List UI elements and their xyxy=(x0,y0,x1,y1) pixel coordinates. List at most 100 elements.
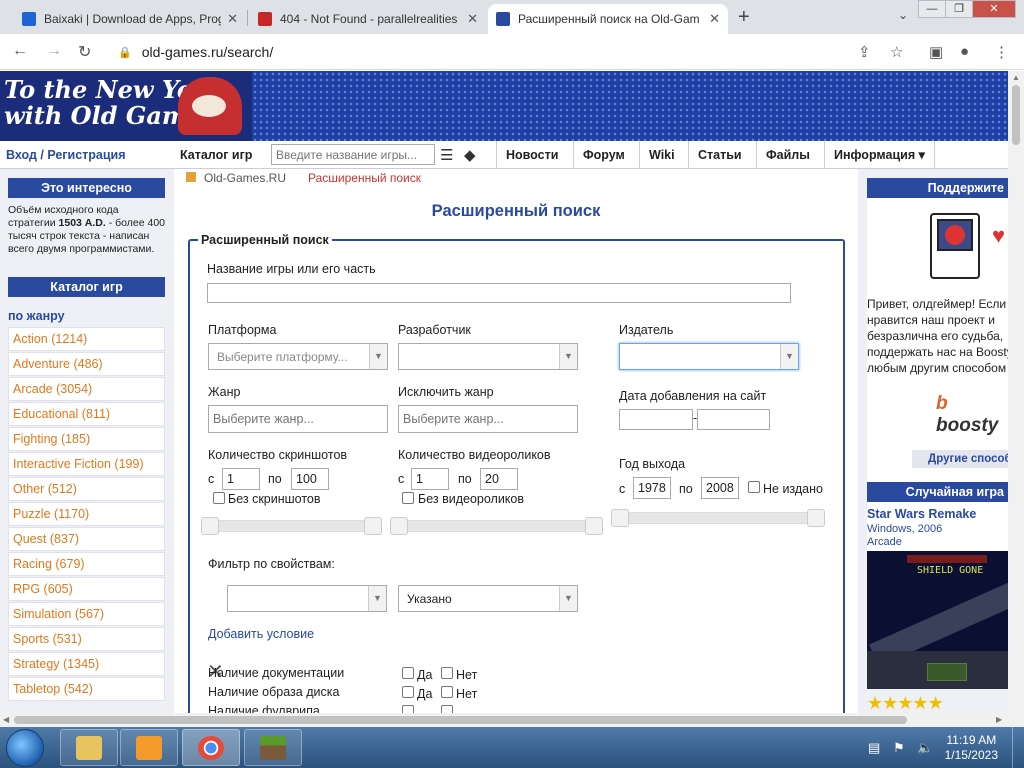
screenshots-to-input[interactable] xyxy=(291,468,329,490)
date-added-from[interactable] xyxy=(619,409,693,430)
taskbar-explorer[interactable] xyxy=(60,729,118,766)
exclude-genre-input[interactable] xyxy=(398,405,578,433)
tags-icon[interactable]: ◆ xyxy=(464,146,476,164)
disk-image-yes-checkbox[interactable] xyxy=(402,686,414,698)
slider-handle-max[interactable] xyxy=(585,517,603,535)
bookmark-star-icon[interactable]: ☆ xyxy=(890,43,903,61)
slider-handle-max[interactable] xyxy=(807,509,825,527)
new-year-banner-art[interactable]: To the New Year with Old Games! xyxy=(0,71,252,141)
nav-articles[interactable]: Статьи xyxy=(688,141,751,169)
genre-link[interactable]: Action (1214) xyxy=(8,327,165,351)
taskbar-media-player[interactable] xyxy=(120,729,178,766)
close-tab-icon[interactable]: ✕ xyxy=(709,11,720,27)
year-from-input[interactable] xyxy=(633,477,671,499)
documentation-yes-checkbox[interactable] xyxy=(402,667,414,679)
filter-list-icon[interactable]: ☰ xyxy=(440,146,453,164)
close-tab-icon[interactable]: ✕ xyxy=(227,11,238,27)
taskbar-minecraft[interactable] xyxy=(244,729,302,766)
developer-select[interactable]: ▼ xyxy=(398,343,578,370)
reload-icon[interactable]: ↻ xyxy=(78,42,91,62)
property-value-select[interactable]: Указано ▼ xyxy=(398,585,578,612)
volume-icon[interactable]: 🔈 xyxy=(917,740,933,756)
action-center-icon[interactable]: ⚑ xyxy=(893,740,905,756)
tab-baixaki[interactable]: Baixaki | Download de Apps, Prog ✕ xyxy=(14,4,246,34)
close-tab-icon[interactable]: ✕ xyxy=(467,11,478,27)
nav-news[interactable]: Новости xyxy=(496,141,567,169)
genre-link[interactable]: Strategy (1345) xyxy=(8,652,165,676)
documentation-no-checkbox[interactable] xyxy=(441,667,453,679)
browser-menu-icon[interactable]: ⋮ xyxy=(994,43,1009,61)
close-window-button[interactable]: ✕ xyxy=(972,0,1016,18)
videos-from-input[interactable] xyxy=(411,468,449,490)
random-game-screenshot[interactable]: SHIELD GONE xyxy=(867,551,1008,689)
genre-input[interactable] xyxy=(208,405,388,433)
side-panel-icon[interactable]: ▣ xyxy=(929,43,943,61)
scroll-left-icon[interactable]: ◀ xyxy=(3,715,9,724)
platform-select[interactable]: Выберите платформу... ▼ xyxy=(208,343,388,370)
random-game-link[interactable]: Star Wars Remake xyxy=(867,507,976,521)
publisher-select[interactable]: ▼ xyxy=(619,343,799,370)
genre-link[interactable]: Fighting (185) xyxy=(8,427,165,451)
slider-handle-max[interactable] xyxy=(364,517,382,535)
slider-handle-min[interactable] xyxy=(201,517,219,535)
property-select[interactable]: ▼ xyxy=(227,585,387,612)
genre-link[interactable]: Interactive Fiction (199) xyxy=(8,452,165,476)
slider-handle-min[interactable] xyxy=(611,509,629,527)
not-released-checkbox[interactable] xyxy=(748,481,760,493)
horizontal-scroll-thumb[interactable] xyxy=(14,716,907,724)
genre-link[interactable]: Arcade (3054) xyxy=(8,377,165,401)
add-condition-link[interactable]: Добавить условие xyxy=(208,627,314,641)
genre-link[interactable]: Sports (531) xyxy=(8,627,165,651)
boosty-logo[interactable]: b boosty xyxy=(936,393,1008,437)
third-property-yes-checkbox[interactable] xyxy=(402,705,414,713)
other-ways-button[interactable]: Другие способы xyxy=(912,450,1008,468)
screenshots-from-input[interactable] xyxy=(222,468,260,490)
tab-404[interactable]: 404 - Not Found - parallelrealities ✕ xyxy=(250,4,486,34)
genre-link[interactable]: Puzzle (1170) xyxy=(8,502,165,526)
forward-arrow-icon[interactable]: → xyxy=(46,42,62,60)
back-arrow-icon[interactable]: ← xyxy=(12,42,28,60)
screenshots-slider[interactable] xyxy=(204,520,382,532)
taskbar-chrome[interactable] xyxy=(182,729,240,766)
login-register-link[interactable]: Вход / Регистрация xyxy=(6,148,126,162)
tab-old-games-search[interactable]: Расширенный поиск на Old-Gam ✕ xyxy=(488,4,728,34)
tab-search-chevron-icon[interactable]: ⌄ xyxy=(898,8,908,22)
system-clock[interactable]: 11:19 AM 1/15/2023 xyxy=(945,733,998,763)
nav-files[interactable]: Файлы xyxy=(756,141,819,169)
date-added-to[interactable] xyxy=(697,409,770,430)
genre-link[interactable]: Quest (837) xyxy=(8,527,165,551)
third-property-no-checkbox[interactable] xyxy=(441,705,453,713)
vertical-scrollbar[interactable]: ▲ xyxy=(1008,71,1024,713)
no-videos-checkbox[interactable] xyxy=(402,492,414,504)
by-genre-link[interactable]: по жанру xyxy=(8,309,65,323)
nav-information[interactable]: Информация ▾ xyxy=(824,141,935,169)
new-tab-button[interactable]: + xyxy=(738,6,750,29)
genre-link[interactable]: Adventure (486) xyxy=(8,352,165,376)
disk-image-no-checkbox[interactable] xyxy=(441,686,453,698)
nav-forum[interactable]: Форум xyxy=(573,141,634,169)
breadcrumb-home[interactable]: Old-Games.RU xyxy=(204,171,286,185)
scroll-right-icon[interactable]: ▶ xyxy=(996,715,1002,724)
year-slider[interactable] xyxy=(615,512,823,524)
genre-link[interactable]: Racing (679) xyxy=(8,552,165,576)
start-button[interactable] xyxy=(6,729,44,767)
videos-slider[interactable] xyxy=(394,520,602,532)
vertical-scroll-thumb[interactable] xyxy=(1012,85,1020,145)
genre-link[interactable]: Other (512) xyxy=(8,477,165,501)
genre-link[interactable]: Educational (811) xyxy=(8,402,165,426)
horizontal-scrollbar[interactable]: ◀ ▶ xyxy=(0,713,1024,727)
genre-link[interactable]: Simulation (567) xyxy=(8,602,165,626)
address-bar[interactable]: 🔒 old-games.ru/search/ xyxy=(110,39,910,65)
share-icon[interactable]: ⇪ xyxy=(858,43,871,61)
game-search-input[interactable] xyxy=(271,144,435,165)
profile-avatar-icon[interactable]: ● xyxy=(960,43,969,60)
show-desktop-button[interactable] xyxy=(1012,727,1024,768)
random-game-genre[interactable]: Arcade xyxy=(867,536,902,548)
genre-link[interactable]: RPG (605) xyxy=(8,577,165,601)
maximize-button[interactable]: ❐ xyxy=(945,0,973,18)
year-to-input[interactable] xyxy=(701,477,739,499)
slider-handle-min[interactable] xyxy=(390,517,408,535)
nav-wiki[interactable]: Wiki xyxy=(639,141,684,169)
genre-link[interactable]: Tabletop (542) xyxy=(8,677,165,701)
videos-to-input[interactable] xyxy=(480,468,518,490)
